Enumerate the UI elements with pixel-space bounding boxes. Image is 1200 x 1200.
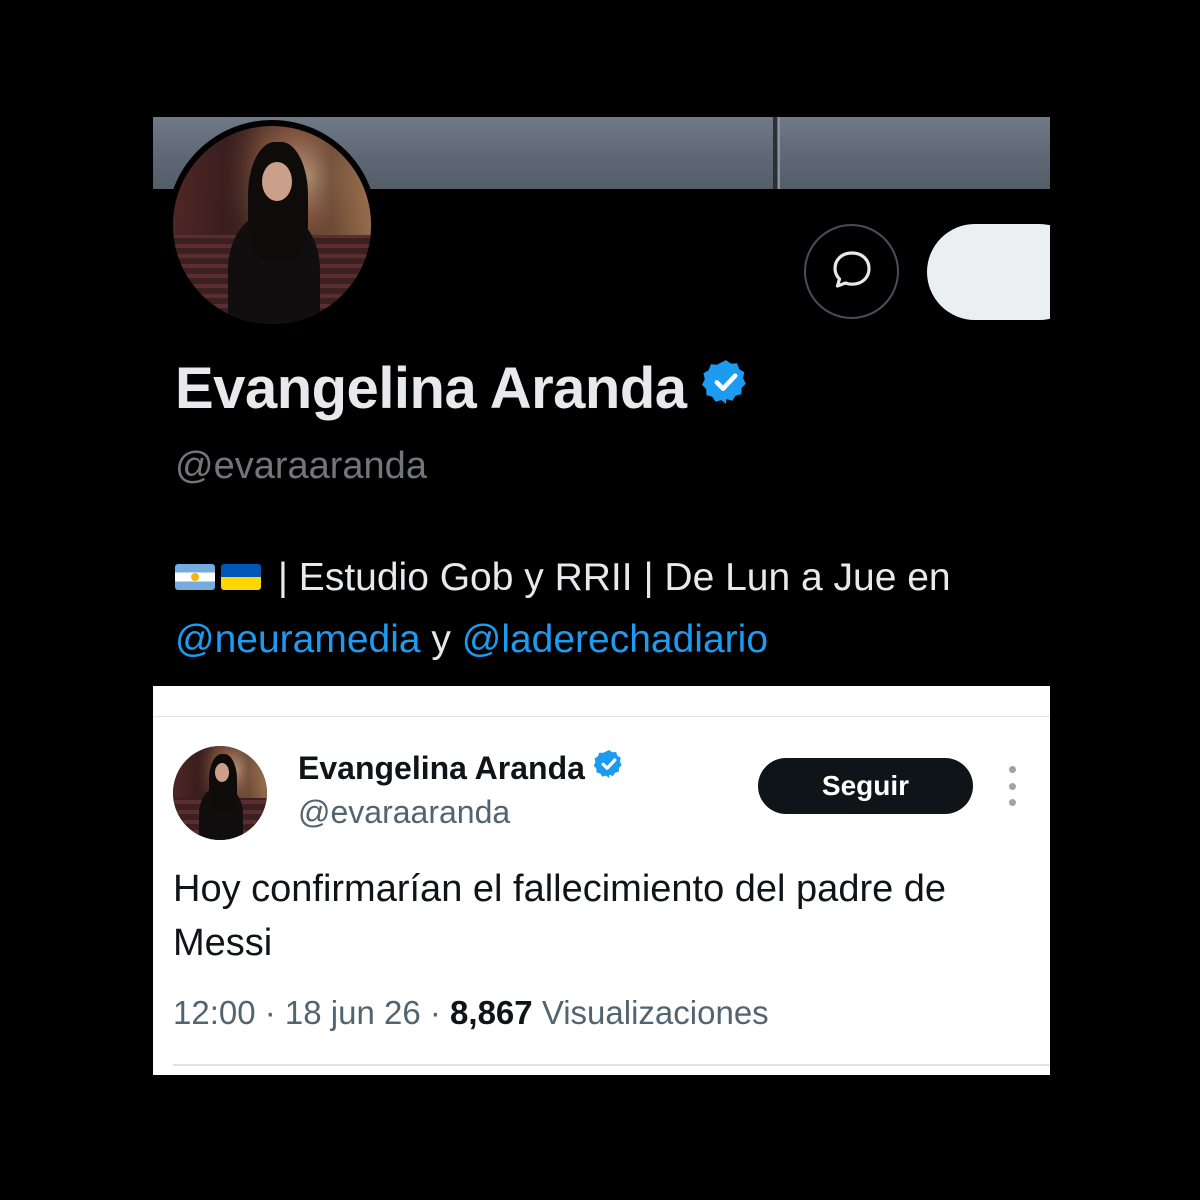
meta-separator: ·: [255, 994, 285, 1031]
argentina-flag-icon: [175, 563, 215, 590]
bio-text: | Estudio Gob y RRII | De Lun a Jue en: [267, 556, 951, 599]
follow-button[interactable]: Seguir: [758, 758, 973, 814]
author-name-text: Evangelina Aranda: [298, 750, 585, 786]
tweet-author-avatar[interactable]: [173, 746, 267, 840]
meta-separator: ·: [420, 994, 451, 1031]
avatar-photo: [173, 126, 371, 324]
follow-button-partial[interactable]: [927, 224, 1050, 320]
tweet-meta: 12:00 · 18 jun 26 · 8,867 Visualizacione…: [173, 994, 769, 1032]
profile-handle: @evaraaranda: [175, 445, 427, 487]
tweet-author-name[interactable]: Evangelina Aranda: [298, 748, 625, 788]
tweet-bottom-divider: [173, 1064, 1050, 1066]
bio-connector: y: [420, 618, 462, 661]
ukraine-flag-icon: [221, 563, 261, 590]
display-name-text: Evangelina Aranda: [175, 356, 687, 421]
tweet-author-handle[interactable]: @evaraaranda: [298, 794, 510, 831]
tweet-date[interactable]: 18 jun 26: [285, 994, 421, 1031]
message-button[interactable]: [804, 224, 899, 319]
banner-pole: [773, 117, 777, 189]
tweet-card[interactable]: Evangelina Aranda @evaraaranda Seguir Ho…: [153, 686, 1050, 1075]
verified-badge-icon: [593, 748, 625, 788]
mention-link-laderechadiario[interactable]: @laderechadiario: [462, 618, 768, 661]
verified-badge-icon: [701, 354, 751, 421]
mention-link-neuramedia[interactable]: @neuramedia: [175, 618, 421, 661]
profile-header: Evangelina Aranda @evaraaranda | Estudio…: [153, 117, 1050, 687]
tweet-top-divider: [153, 716, 1050, 717]
message-bubble-icon: [827, 244, 877, 299]
more-vertical-icon[interactable]: [1001, 766, 1023, 806]
banner-pole-highlight: [778, 117, 780, 189]
tweet-time[interactable]: 12:00: [173, 994, 256, 1031]
profile-display-name: Evangelina Aranda: [175, 355, 751, 422]
avatar-photo: [173, 746, 267, 840]
views-label: Visualizaciones: [541, 994, 769, 1031]
profile-avatar[interactable]: [167, 120, 377, 330]
views-count: 8,867: [450, 994, 533, 1031]
tweet-text: Hoy confirmarían el fallecimiento del pa…: [173, 868, 947, 964]
profile-bio: | Estudio Gob y RRII | De Lun a Jue en @…: [175, 547, 1045, 671]
